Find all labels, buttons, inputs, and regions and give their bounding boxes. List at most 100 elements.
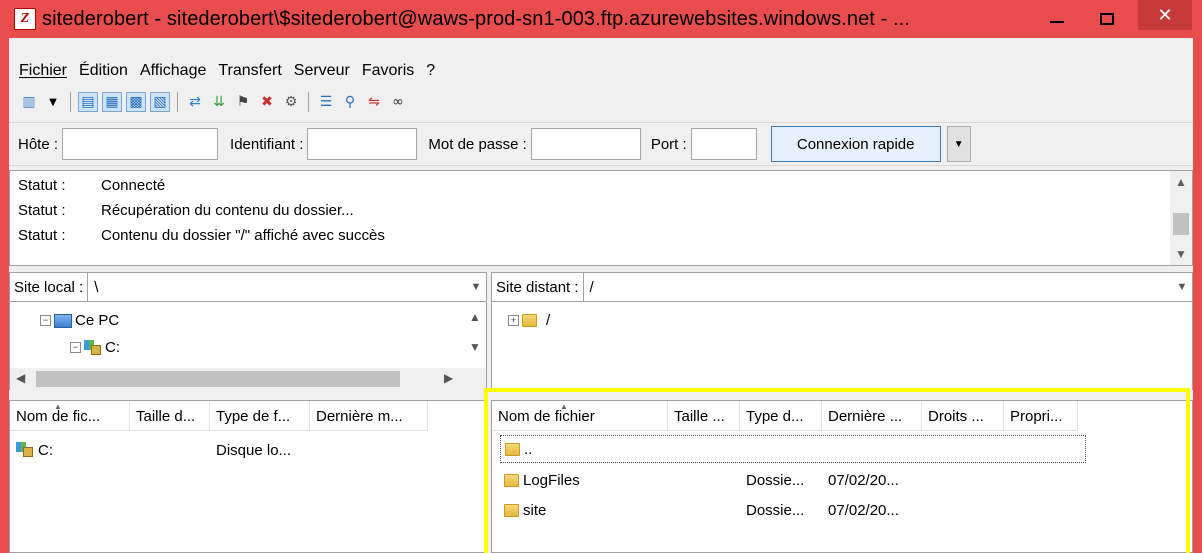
username-input[interactable] <box>307 128 418 160</box>
flag-icon: ⚑ <box>236 94 250 110</box>
file-row[interactable]: LogFiles Dossie... 07/02/20... <box>492 465 928 495</box>
column-header-owner[interactable]: Propri... <box>1004 401 1078 431</box>
folder-icon <box>504 503 519 517</box>
remote-tree[interactable]: + / <box>491 302 1193 390</box>
local-tree-vscroll[interactable]: ▲ ▼ <box>464 302 486 368</box>
maximize-button[interactable] <box>1085 0 1129 38</box>
collapse-icon[interactable]: − <box>70 342 81 353</box>
search-files-button[interactable]: ∞ <box>388 92 408 112</box>
column-header-size[interactable]: Taille ... <box>668 401 740 431</box>
scroll-up-arrow-icon[interactable]: ▲ <box>469 310 481 324</box>
toolbar: ▥ ▼ ▤ ▦ ▩ ▧ ⇄ ⇊ ⚑ ✖ ⚙ ☰ ⚲ ⇋ ∞ <box>19 88 408 116</box>
log-line: Statut : Connecté <box>18 177 166 194</box>
tree-node-ce-pc[interactable]: − Ce PC <box>40 312 119 329</box>
quickconnect-dropdown[interactable]: ▼ <box>946 126 971 162</box>
disconnect-icon: ✖ <box>261 94 273 110</box>
close-button[interactable]: ✕ <box>1138 0 1192 30</box>
menu-serveur[interactable]: Serveur <box>294 62 350 86</box>
directory-filter-button[interactable]: ☰ <box>316 92 336 112</box>
menu-transfert[interactable]: Transfert <box>218 62 281 86</box>
remote-file-list[interactable]: ▲ Nom de fichier Taille ... Type d... Der… <box>491 400 1193 553</box>
close-icon: ✕ <box>1157 4 1173 26</box>
column-header-type[interactable]: Type d... <box>740 401 822 431</box>
chevron-down-icon[interactable]: ▼ <box>1172 281 1192 293</box>
log-line: Statut : Récupération du contenu du dossi… <box>18 202 354 219</box>
local-path-input[interactable]: \ <box>88 279 466 296</box>
log-scrollbar[interactable]: ▲ ▼ <box>1170 171 1192 265</box>
local-tree-hscroll[interactable]: ◀ ▶ <box>10 368 486 390</box>
column-header-modified[interactable]: Dernière ... <box>822 401 922 431</box>
file-row-parent[interactable]: .. <box>500 435 1086 463</box>
column-header-size[interactable]: Taille d... <box>130 401 210 431</box>
local-tree[interactable]: − Ce PC − C: ▲ ▼ ◀ ▶ <box>9 302 487 390</box>
reconnect-button[interactable]: ⚙ <box>281 92 301 112</box>
site-manager-button[interactable]: ▥ <box>19 92 39 112</box>
scroll-left-arrow-icon[interactable]: ◀ <box>16 371 25 385</box>
refresh-button[interactable]: ⇄ <box>185 92 205 112</box>
column-header-type[interactable]: Type de f... <box>210 401 310 431</box>
quickconnect-button[interactable]: Connexion rapide <box>770 126 941 162</box>
quickconnect-bar: Hôte : Identifiant : Mot de passe : Port… <box>9 122 1193 166</box>
folder-icon <box>504 473 519 487</box>
remote-path-input[interactable]: / <box>584 279 1172 296</box>
window-title: sitederobert - sitederobert\$sitederober… <box>42 7 910 30</box>
password-input[interactable] <box>530 128 641 160</box>
scroll-down-arrow-icon[interactable]: ▼ <box>1170 243 1192 265</box>
toggle-remote-tree-button[interactable]: ▩ <box>126 92 146 112</box>
disconnect-button[interactable]: ✖ <box>257 92 277 112</box>
collapse-icon[interactable]: − <box>40 315 51 326</box>
file-row[interactable]: C: Disque lo... <box>10 435 310 465</box>
menu-fichier[interactable]: Fichier <box>19 62 67 86</box>
local-site-label: Site local : <box>10 273 89 301</box>
compare-icon: ⚲ <box>344 94 356 110</box>
local-tree-icon: ▦ <box>105 94 119 110</box>
tree-node-c-drive[interactable]: − C: <box>70 339 120 356</box>
toggle-log-button[interactable]: ▤ <box>78 92 98 112</box>
expand-icon[interactable]: + <box>508 315 519 326</box>
site-manager-dropdown[interactable]: ▼ <box>43 92 63 112</box>
minimize-button[interactable] <box>1035 0 1079 38</box>
scroll-down-arrow-icon[interactable]: ▼ <box>469 340 481 354</box>
dropdown-arrow-icon: ▼ <box>49 96 57 108</box>
column-header-name[interactable]: ▲ Nom de fichier <box>492 401 668 431</box>
message-log[interactable]: Statut : Connecté Statut : Récupération du… <box>9 170 1193 266</box>
menu-favoris[interactable]: Favoris <box>362 62 414 86</box>
title-bar[interactable]: Z sitederobert - sitederobert\$sitederob… <box>0 0 1202 38</box>
toggle-queue-button[interactable]: ▧ <box>150 92 170 112</box>
maximize-icon <box>1100 13 1114 25</box>
local-file-list[interactable]: ▲ Nom de fic... Taille d... Type de f... … <box>9 400 487 553</box>
file-row[interactable]: site Dossie... 07/02/20... <box>492 495 928 525</box>
cancel-operation-button[interactable]: ⚑ <box>233 92 253 112</box>
menu-help[interactable]: ? <box>426 62 435 86</box>
remote-site-label: Site distant : <box>492 273 584 301</box>
tree-node-root[interactable]: + / <box>508 312 550 329</box>
local-list-header: ▲ Nom de fic... Taille d... Type de f... … <box>10 401 428 431</box>
reconnect-icon: ⚙ <box>284 94 298 110</box>
filezilla-window: Z sitederobert - sitederobert\$sitederob… <box>0 0 1202 553</box>
toggle-local-tree-button[interactable]: ▦ <box>102 92 122 112</box>
chevron-down-icon[interactable]: ▼ <box>466 281 486 293</box>
folder-icon <box>505 442 520 456</box>
scroll-right-arrow-icon[interactable]: ▶ <box>444 371 453 385</box>
host-input[interactable] <box>62 128 219 160</box>
process-queue-icon: ⇊ <box>213 94 225 110</box>
filezilla-logo-icon: Z <box>14 8 36 30</box>
sync-icon: ⇋ <box>368 94 380 110</box>
column-header-modified[interactable]: Dernière m... <box>310 401 428 431</box>
scroll-thumb[interactable] <box>36 371 400 387</box>
menu-edition[interactable]: Édition <box>79 62 128 86</box>
port-label: Port : <box>650 135 687 153</box>
scroll-up-arrow-icon[interactable]: ▲ <box>1170 171 1192 193</box>
column-header-permissions[interactable]: Droits ... <box>922 401 1004 431</box>
column-header-name[interactable]: ▲ Nom de fic... <box>10 401 130 431</box>
scroll-thumb[interactable] <box>1173 213 1189 235</box>
site-manager-icon: ▥ <box>22 94 36 110</box>
sort-up-icon: ▲ <box>560 402 568 411</box>
computer-icon <box>54 313 72 328</box>
menu-affichage[interactable]: Affichage <box>140 62 206 86</box>
drive-icon <box>84 339 102 356</box>
port-input[interactable] <box>690 128 757 160</box>
sync-browse-button[interactable]: ⇋ <box>364 92 384 112</box>
compare-dirs-button[interactable]: ⚲ <box>340 92 360 112</box>
process-queue-button[interactable]: ⇊ <box>209 92 229 112</box>
